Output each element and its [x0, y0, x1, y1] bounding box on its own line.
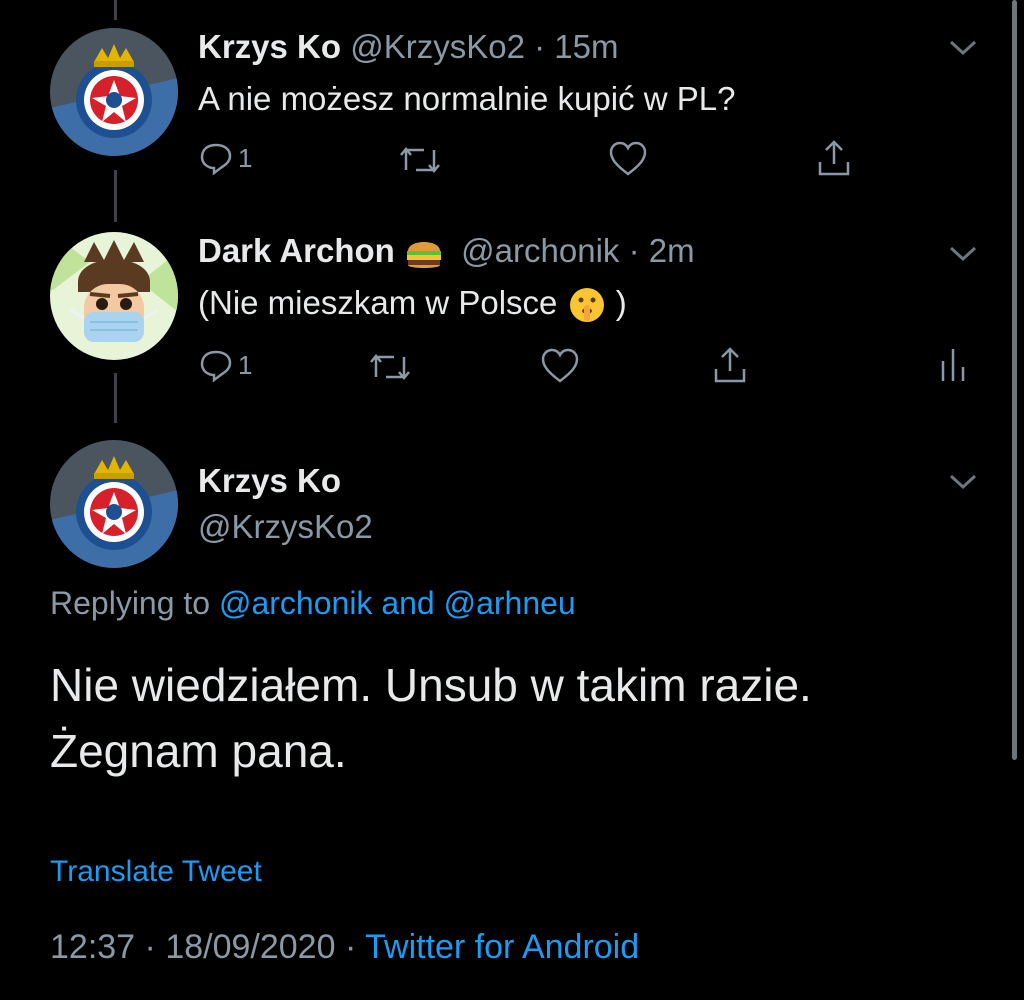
tweet-meta: 12:37 · 18/09/2020 · Twitter for Android [50, 928, 639, 967]
reply-count: 1 [238, 349, 253, 380]
chevron-down-icon[interactable] [948, 244, 978, 264]
reply-button[interactable]: 1 [198, 140, 252, 176]
tweet1-text: A nie możesz normalnie kupić w PL? [198, 80, 736, 117]
avatar[interactable] [50, 440, 178, 568]
scrollbar[interactable] [1012, 0, 1017, 760]
tweet-time[interactable]: · 2m [629, 232, 695, 269]
tweet1-header: Krzys Ko @KrzysKo2 · 15m [198, 28, 618, 66]
shushing-face-emoji [569, 288, 604, 323]
like-icon[interactable] [608, 140, 648, 178]
main-tweet-text: Nie wiedziałem. Unsub w takim razie. Żeg… [50, 652, 970, 784]
reply-icon [200, 143, 232, 176]
tweet2-text-end: ) [615, 284, 627, 321]
author-handle[interactable]: @archonik [461, 232, 619, 269]
main-author-handle[interactable]: @KrzysKo2 [198, 508, 373, 546]
avatar[interactable] [50, 232, 178, 360]
chevron-down-icon[interactable] [948, 38, 978, 58]
tweet-date: 18/09/2020 [165, 928, 336, 966]
main-text-line2: Żegnam pana. [50, 725, 347, 777]
author-handle[interactable]: @KrzysKo2 [350, 28, 525, 65]
tweet2-text: (Nie mieszkam w Polsce ) [198, 284, 627, 325]
mention-link[interactable]: @archonik [219, 585, 372, 621]
author-name[interactable]: Krzys Ko [198, 28, 341, 65]
reply-count: 1 [238, 142, 253, 173]
tweet-timestamp: 12:37 [50, 928, 136, 966]
reply-icon [200, 350, 232, 383]
main-text-line1: Nie wiedziałem. Unsub w takim razie. [50, 659, 812, 711]
thread-line-top [114, 0, 117, 20]
tweet2-text-main: (Nie mieszkam w Polsce [198, 284, 558, 321]
separator: · [144, 928, 156, 966]
replying-prefix: Replying to [50, 585, 211, 621]
replying-to: Replying to @archonik and @arhneu [50, 585, 576, 622]
avatar[interactable] [50, 28, 178, 156]
tweet2-header: Dark Archon @archonik · 2m [198, 232, 695, 271]
tweet-time[interactable]: · 15m [534, 28, 618, 65]
main-author-name[interactable]: Krzys Ko [198, 462, 341, 500]
analytics-icon[interactable] [938, 343, 968, 383]
thread-line-1 [114, 170, 117, 222]
author-name[interactable]: Dark Archon [198, 232, 395, 269]
mention-link[interactable]: @arhneu [444, 585, 576, 621]
like-icon[interactable] [540, 347, 580, 385]
reply-button[interactable]: 1 [198, 347, 252, 383]
retweet-icon[interactable] [368, 349, 412, 385]
thread-line-2 [114, 373, 117, 423]
translate-tweet-link[interactable]: Translate Tweet [50, 855, 262, 889]
tweet-source-link[interactable]: Twitter for Android [365, 928, 639, 966]
replying-and[interactable]: and [381, 585, 434, 621]
separator: · [344, 928, 357, 966]
chevron-down-icon[interactable] [948, 472, 978, 492]
share-icon[interactable] [814, 138, 854, 178]
share-icon[interactable] [710, 345, 750, 385]
retweet-icon[interactable] [398, 142, 442, 178]
author-name[interactable]: Krzys Ko [198, 462, 341, 499]
burger-emoji [407, 242, 441, 269]
